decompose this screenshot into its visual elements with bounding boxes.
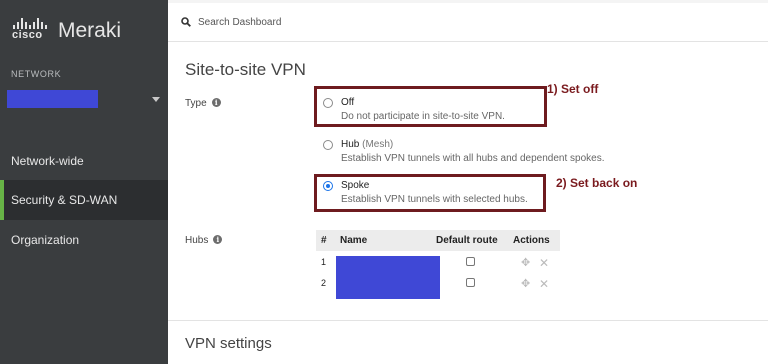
hubs-label: Hubs bbox=[185, 235, 209, 246]
type-field-label: Type i bbox=[185, 98, 221, 109]
info-icon[interactable]: i bbox=[211, 98, 221, 107]
annotation-set-back-on: 2) Set back on bbox=[556, 176, 638, 190]
column-header-actions: Actions bbox=[513, 235, 550, 246]
sidebar: cisco Meraki NETWORK Network-wide Securi… bbox=[0, 0, 168, 364]
column-header-default-route: Default route bbox=[436, 235, 498, 246]
row-1-default-route-checkbox[interactable] bbox=[466, 257, 475, 266]
radio-hub-title: Hub (Mesh) bbox=[341, 139, 393, 150]
meraki-wordmark: Meraki bbox=[58, 19, 122, 42]
radio-hub[interactable] bbox=[323, 140, 333, 150]
close-icon[interactable]: ✕ bbox=[539, 257, 550, 269]
close-icon[interactable]: ✕ bbox=[539, 278, 550, 290]
radio-hub-subtitle: (Mesh) bbox=[362, 139, 394, 150]
cisco-logo-bars bbox=[13, 17, 49, 29]
chevron-down-icon bbox=[152, 97, 160, 102]
sidebar-item-security-sd-wan[interactable]: Security & SD-WAN bbox=[0, 180, 168, 220]
radio-hub-description: Establish VPN tunnels with all hubs and … bbox=[341, 153, 605, 164]
drag-handle-icon[interactable]: ✥ bbox=[521, 279, 532, 290]
network-name-redacted bbox=[7, 90, 98, 108]
sidebar-item-organization[interactable]: Organization bbox=[0, 220, 168, 260]
row-2-number: 2 bbox=[321, 278, 327, 288]
column-header-number: # bbox=[321, 235, 327, 246]
info-icon[interactable]: i bbox=[213, 235, 223, 244]
radio-option-hub[interactable]: Hub (Mesh) Establish VPN tunnels with al… bbox=[323, 139, 623, 167]
vpn-settings-title: VPN settings bbox=[185, 335, 272, 352]
annotation-box-off bbox=[314, 86, 547, 127]
drag-handle-icon[interactable]: ✥ bbox=[521, 258, 532, 269]
annotation-box-spoke bbox=[314, 174, 546, 212]
meraki-logo[interactable]: cisco Meraki bbox=[10, 14, 160, 44]
hubs-field-label: Hubs i bbox=[185, 235, 223, 246]
table-header: # Name Default route Actions bbox=[316, 230, 560, 251]
network-label: NETWORK bbox=[11, 69, 62, 79]
page-title: Site-to-site VPN bbox=[185, 60, 306, 79]
network-selector[interactable] bbox=[0, 86, 168, 116]
search-input[interactable]: Search Dashboard bbox=[198, 17, 281, 28]
section-divider bbox=[168, 320, 768, 321]
search-icon bbox=[181, 17, 191, 27]
annotation-set-off: 1) Set off bbox=[547, 82, 599, 96]
cisco-wordmark: cisco bbox=[12, 29, 43, 41]
row-1-number: 1 bbox=[321, 257, 327, 267]
column-header-name: Name bbox=[340, 235, 368, 246]
radio-hub-title-text: Hub bbox=[341, 139, 360, 150]
sidebar-item-network-wide[interactable]: Network-wide bbox=[0, 141, 168, 181]
hub-names-redacted bbox=[336, 256, 440, 299]
type-label: Type bbox=[185, 98, 207, 109]
row-2-default-route-checkbox[interactable] bbox=[466, 278, 475, 287]
top-bar: Search Dashboard bbox=[168, 0, 768, 42]
